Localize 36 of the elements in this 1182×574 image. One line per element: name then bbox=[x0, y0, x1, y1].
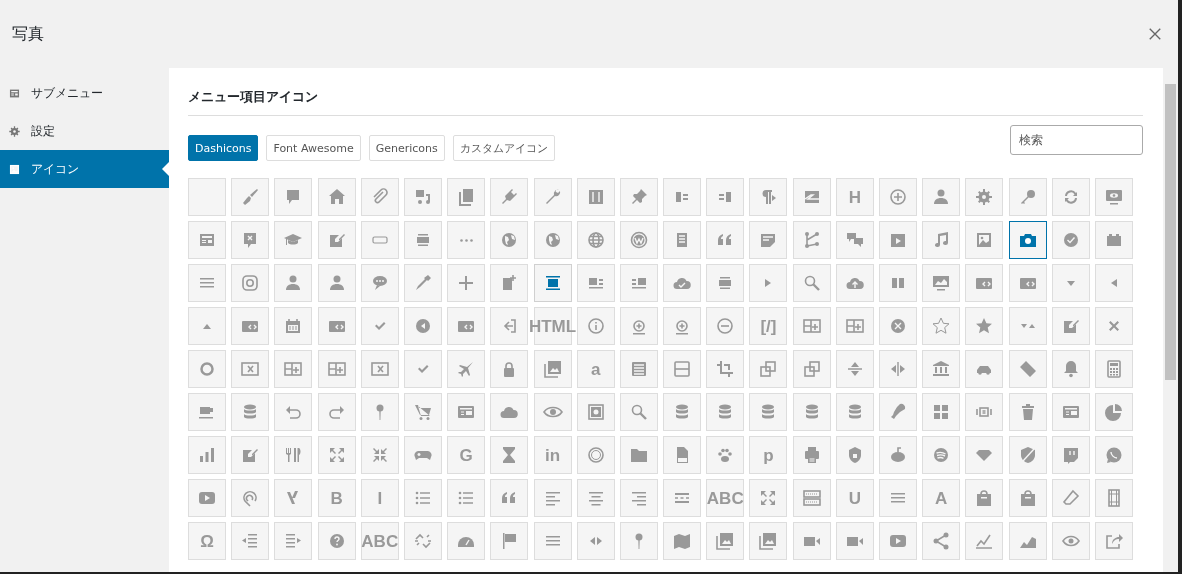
letter-icon: Ω bbox=[200, 532, 214, 550]
tab[interactable]: Genericons bbox=[368, 135, 445, 161]
icon-option[interactable]: a bbox=[576, 350, 615, 388]
icon-option[interactable]: in bbox=[533, 436, 572, 474]
tab[interactable]: カスタムアイコン bbox=[452, 135, 555, 161]
icon-option[interactable]: Ω bbox=[188, 522, 226, 560]
letter-icon: [/] bbox=[760, 317, 777, 335]
sidebar-item[interactable]: サブメニュー bbox=[0, 74, 169, 112]
icon-option[interactable]: B bbox=[317, 479, 356, 517]
icon-option[interactable]: ABC bbox=[360, 522, 399, 560]
letter-icon: I bbox=[377, 489, 383, 507]
sidebar-item[interactable]: アイコン bbox=[0, 150, 169, 188]
letter-icon: p bbox=[763, 446, 774, 464]
tab[interactable]: Font Awesome bbox=[266, 135, 361, 161]
letter-icon: A bbox=[935, 489, 948, 507]
icon-option[interactable]: U bbox=[835, 479, 874, 517]
letter-icon: in bbox=[544, 446, 561, 464]
search-field[interactable]: 検索 bbox=[1010, 125, 1143, 155]
icon-option[interactable]: A bbox=[922, 479, 961, 517]
letter-icon: H bbox=[848, 188, 861, 206]
letter-icon: ABC bbox=[706, 489, 744, 507]
letter-icon: ABC bbox=[361, 532, 399, 550]
letter-icon: a bbox=[590, 360, 601, 378]
letter-icon: G bbox=[459, 446, 473, 464]
icon-option[interactable]: p bbox=[749, 436, 788, 474]
sidebar-item[interactable]: 設定 bbox=[0, 112, 169, 150]
modal-title: 写真 bbox=[12, 23, 44, 45]
icon-option[interactable]: G bbox=[447, 436, 486, 474]
icon-option[interactable]: H bbox=[835, 178, 874, 216]
letter-icon: U bbox=[848, 489, 861, 507]
icon-option[interactable]: I bbox=[360, 479, 399, 517]
icon-option[interactable]: ABC bbox=[706, 479, 745, 517]
section-title: メニュー項目アイコン bbox=[188, 88, 1143, 116]
letter-icon: B bbox=[330, 489, 343, 507]
tab[interactable]: Dashicons bbox=[188, 135, 259, 161]
icon-option[interactable]: [/] bbox=[749, 307, 788, 345]
